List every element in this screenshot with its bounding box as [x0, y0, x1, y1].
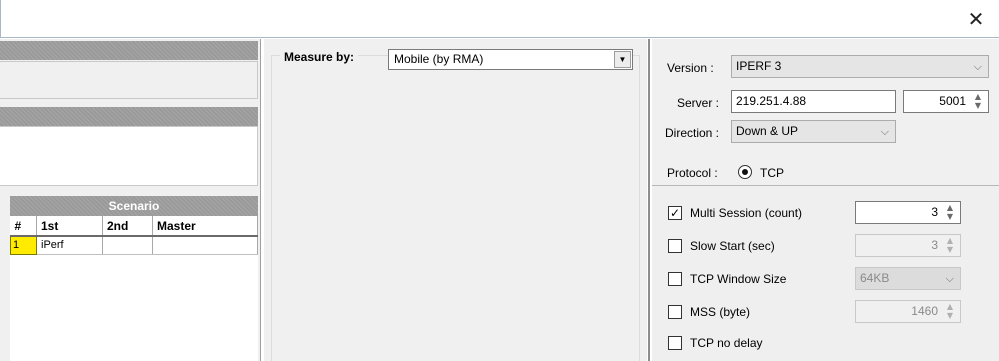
- mss-value: 1460: [911, 304, 938, 318]
- direction-dropdown[interactable]: Down & UP ⌵: [731, 120, 896, 143]
- row-number-cell[interactable]: 1: [10, 235, 37, 255]
- spin-arrows-icon[interactable]: ▲ ▼: [945, 203, 955, 221]
- port-stepper[interactable]: 5001 ▲ ▼: [903, 90, 989, 113]
- tcp-window-size-value: 64KB: [860, 271, 890, 285]
- cell-2nd[interactable]: [102, 236, 153, 255]
- tcp-no-delay-checkbox[interactable]: [668, 336, 682, 350]
- measure-by-value: Mobile (by RMA): [394, 52, 484, 66]
- mss-stepper[interactable]: 1460 ▲ ▼: [855, 300, 961, 323]
- port-value: 5001: [939, 94, 966, 108]
- tcp-window-size-dropdown[interactable]: 64KB ⌵: [855, 267, 961, 290]
- chevron-down-icon: ⌵: [880, 125, 889, 138]
- header-bar: [0, 107, 258, 126]
- column-header-num[interactable]: #: [10, 216, 37, 237]
- options-group: ✓ Multi Session (count) 3 ▲ ▼ Slow Start …: [652, 185, 999, 361]
- slow-start-checkbox[interactable]: [668, 239, 682, 253]
- slow-start-value: 3: [931, 238, 938, 252]
- tcp-radio-label: TCP: [760, 166, 784, 180]
- close-button[interactable]: ✕: [963, 6, 989, 32]
- cell-1st[interactable]: iPerf: [36, 236, 103, 255]
- version-value: IPERF 3: [736, 59, 782, 73]
- multi-session-label: Multi Session (count): [690, 206, 803, 220]
- tcp-no-delay-label: TCP no delay: [690, 336, 763, 350]
- dropdown-arrow-icon[interactable]: ▼: [614, 51, 631, 68]
- column-header-2nd[interactable]: 2nd: [102, 216, 153, 237]
- spin-arrows-icon[interactable]: ▲ ▼: [973, 92, 983, 110]
- protocol-label: Protocol :: [667, 166, 718, 180]
- mss-checkbox[interactable]: [668, 305, 682, 319]
- measure-pane: Measure by: Mobile (by RMA) ▼: [264, 39, 647, 361]
- measure-by-label: Measure by:: [280, 50, 359, 64]
- title-bar: ✕: [0, 0, 999, 38]
- table-row[interactable]: 1 iPerf: [10, 235, 258, 255]
- measure-by-dropdown[interactable]: Mobile (by RMA) ▼: [388, 49, 633, 70]
- column-header-1st[interactable]: 1st: [36, 216, 103, 237]
- version-dropdown[interactable]: IPERF 3 ⌵: [731, 55, 989, 78]
- mss-label: MSS (byte): [690, 305, 751, 319]
- server-input[interactable]: 219.251.4.88: [731, 90, 896, 113]
- list-panel[interactable]: [0, 126, 258, 186]
- tcp-window-size-checkbox[interactable]: [668, 272, 682, 286]
- version-label: Version :: [667, 61, 714, 75]
- direction-label: Direction :: [665, 126, 720, 140]
- measure-group: [271, 55, 640, 361]
- multi-session-checkbox[interactable]: ✓: [668, 206, 682, 220]
- cell-master[interactable]: [152, 236, 258, 255]
- column-header-master[interactable]: Master: [152, 216, 258, 237]
- settings-pane: Version : IPERF 3 ⌵ Server : 219.251.4.8…: [651, 39, 999, 361]
- tcp-window-size-label: TCP Window Size: [690, 272, 787, 286]
- splitter[interactable]: [260, 39, 261, 361]
- header-bar: [0, 41, 258, 60]
- direction-value: Down & UP: [736, 124, 799, 138]
- multi-session-stepper[interactable]: 3 ▲ ▼: [855, 201, 961, 224]
- chevron-down-icon: ⌵: [945, 272, 954, 285]
- table-empty-area: [10, 255, 258, 361]
- slow-start-stepper[interactable]: 3 ▲ ▼: [855, 234, 961, 257]
- info-panel: [0, 61, 258, 99]
- multi-session-value: 3: [931, 205, 938, 219]
- scenario-table[interactable]: # 1st 2nd Master 1 iPerf: [10, 216, 258, 255]
- server-label: Server :: [677, 96, 720, 110]
- splitter[interactable]: [648, 39, 650, 361]
- spin-arrows-icon[interactable]: ▲ ▼: [945, 302, 955, 320]
- slow-start-label: Slow Start (sec): [690, 239, 775, 253]
- scenario-title: Scenario: [10, 196, 258, 216]
- left-pane: Scenario # 1st 2nd Master 1 iPerf: [0, 39, 260, 361]
- chevron-down-icon: ⌵: [973, 60, 982, 73]
- tcp-radio[interactable]: [738, 165, 752, 179]
- spin-arrows-icon[interactable]: ▲ ▼: [945, 236, 955, 254]
